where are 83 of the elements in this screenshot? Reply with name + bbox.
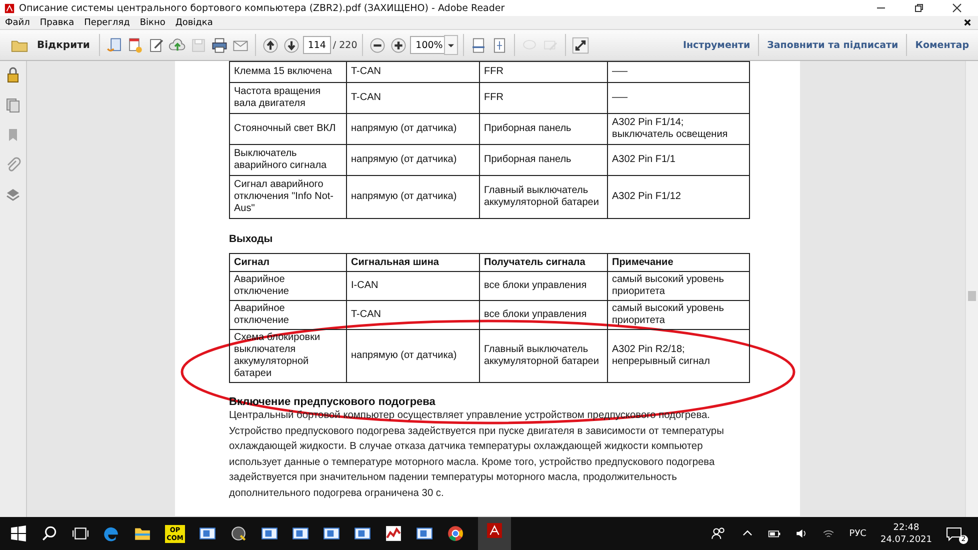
table-cell: Клемма 15 включена xyxy=(234,66,332,77)
table-cell: Выключатель аварийного сигнала xyxy=(234,148,327,171)
window-icon[interactable] xyxy=(354,525,371,542)
window-icon[interactable] xyxy=(323,525,340,542)
table-cell: напрямую (от датчика) xyxy=(351,350,457,361)
table-cell: —– xyxy=(612,66,628,77)
table-cell: A302 Pin F1/12 xyxy=(612,191,681,202)
search-icon[interactable] xyxy=(41,525,58,542)
restore-icon[interactable] xyxy=(914,3,924,13)
table-cell: A302 Pin F1/14; выключатель освещения xyxy=(612,117,728,140)
menu-item[interactable]: Файл xyxy=(5,18,30,28)
window-icon[interactable] xyxy=(416,525,433,542)
cloud-upload-icon[interactable] xyxy=(168,36,186,54)
page-total: / 220 xyxy=(332,40,358,50)
clock[interactable]: 22:48 24.07.2021 xyxy=(880,522,932,546)
table-cell: Аварийное отключение xyxy=(234,274,289,297)
page-number-field[interactable]: 114 xyxy=(302,36,331,54)
table-cell: T-CAN xyxy=(351,309,381,320)
task-view-icon[interactable] xyxy=(72,525,89,542)
zoom-out-icon[interactable] xyxy=(369,36,386,54)
window-icon[interactable] xyxy=(292,525,309,542)
panel-tab[interactable]: Заповнити та підписати xyxy=(764,40,902,50)
zoom-in-icon[interactable] xyxy=(390,36,408,54)
column-header: Получатель сигнала xyxy=(484,256,586,268)
menu-item[interactable]: Вікно xyxy=(140,18,166,28)
people-icon[interactable] xyxy=(710,525,728,542)
table-cell: T-CAN xyxy=(351,92,381,103)
table-cell: T-CAN xyxy=(351,66,381,77)
column-header: Сигнальная шина xyxy=(351,256,439,268)
table-cell: I-CAN xyxy=(351,280,378,291)
section-heading: Выходы xyxy=(229,234,274,245)
window-icon[interactable] xyxy=(199,525,216,542)
column-header: Сигнал xyxy=(234,256,270,268)
speaker-icon[interactable] xyxy=(795,527,808,540)
paperclip-icon[interactable] xyxy=(5,157,21,173)
windows-start-icon[interactable] xyxy=(10,525,27,542)
close-icon[interactable] xyxy=(964,19,971,26)
table-cell: Сигнал аварийного отключения "Info Not-Aus" xyxy=(234,179,334,214)
table-cell: все блоки управления xyxy=(484,309,587,320)
pdf-app-icon[interactable] xyxy=(486,522,503,539)
pdf-app-icon xyxy=(4,2,15,14)
print-icon[interactable] xyxy=(210,36,228,54)
table-cell: Главный выключатель аккумуляторной батареи xyxy=(484,185,599,208)
menu-item[interactable]: Перегляд xyxy=(84,18,130,28)
table-cell: A302 Pin R2/18; непрерывный сигнал xyxy=(612,344,710,367)
folder-icon[interactable] xyxy=(134,525,151,542)
chrome-browser-icon[interactable] xyxy=(447,525,464,542)
table-cell: —– xyxy=(612,92,628,103)
dropdown-caret-icon[interactable] xyxy=(444,35,458,55)
layers-icon[interactable] xyxy=(5,187,21,203)
column-header: Примечание xyxy=(612,256,674,268)
menu-item[interactable]: Правка xyxy=(40,18,74,28)
panel-tab[interactable]: Інструменти xyxy=(680,40,754,50)
table-cell: Аварийное отключение xyxy=(234,303,289,326)
panel-tab[interactable]: Коментар xyxy=(912,40,972,50)
table-cell: Приборная панель xyxy=(484,154,572,165)
table-cell: самый высокий уровень приоритета xyxy=(612,274,724,297)
close-icon[interactable] xyxy=(952,3,962,13)
table-cell: A302 Pin F1/1 xyxy=(612,154,676,165)
table-cell: напрямую (от датчика) xyxy=(351,123,457,134)
table-cell: напрямую (от датчика) xyxy=(351,191,457,202)
table-cell: FFR xyxy=(484,66,504,77)
table-cell: напрямую (от датчика) xyxy=(351,154,457,165)
edge-browser-icon[interactable] xyxy=(103,525,120,542)
fit-width-icon[interactable] xyxy=(470,36,488,54)
expand-icon[interactable] xyxy=(572,36,590,54)
pages-icon[interactable] xyxy=(5,97,21,113)
scrollbar[interactable] xyxy=(965,61,978,517)
table-cell: самый высокий уровень приоритета xyxy=(612,303,724,326)
open-button[interactable]: Відкрити xyxy=(6,36,94,54)
edit-document-icon[interactable] xyxy=(148,36,165,54)
table-cell: Главный выключатель аккумуляторной батареи xyxy=(484,344,599,367)
chart-app-icon[interactable] xyxy=(385,525,402,542)
table-cell: все блоки управления xyxy=(484,280,587,291)
table-cell: Приборная панель xyxy=(484,123,572,134)
table-cell: Частота вращения вала двигателя xyxy=(234,86,320,109)
language-indicator[interactable]: РУС xyxy=(849,528,866,538)
menu-item[interactable]: Довідка xyxy=(175,18,213,28)
table-cell: Стояночный свет ВКЛ xyxy=(234,123,336,134)
window-icon[interactable] xyxy=(261,525,278,542)
table-cell: FFR xyxy=(484,92,504,103)
window-title: Описание системы центрального бортового компьютера (ZBR2).pdf (ЗАХИЩЕНО) - Adobe Reader xyxy=(19,2,505,14)
lock-icon xyxy=(5,67,21,83)
